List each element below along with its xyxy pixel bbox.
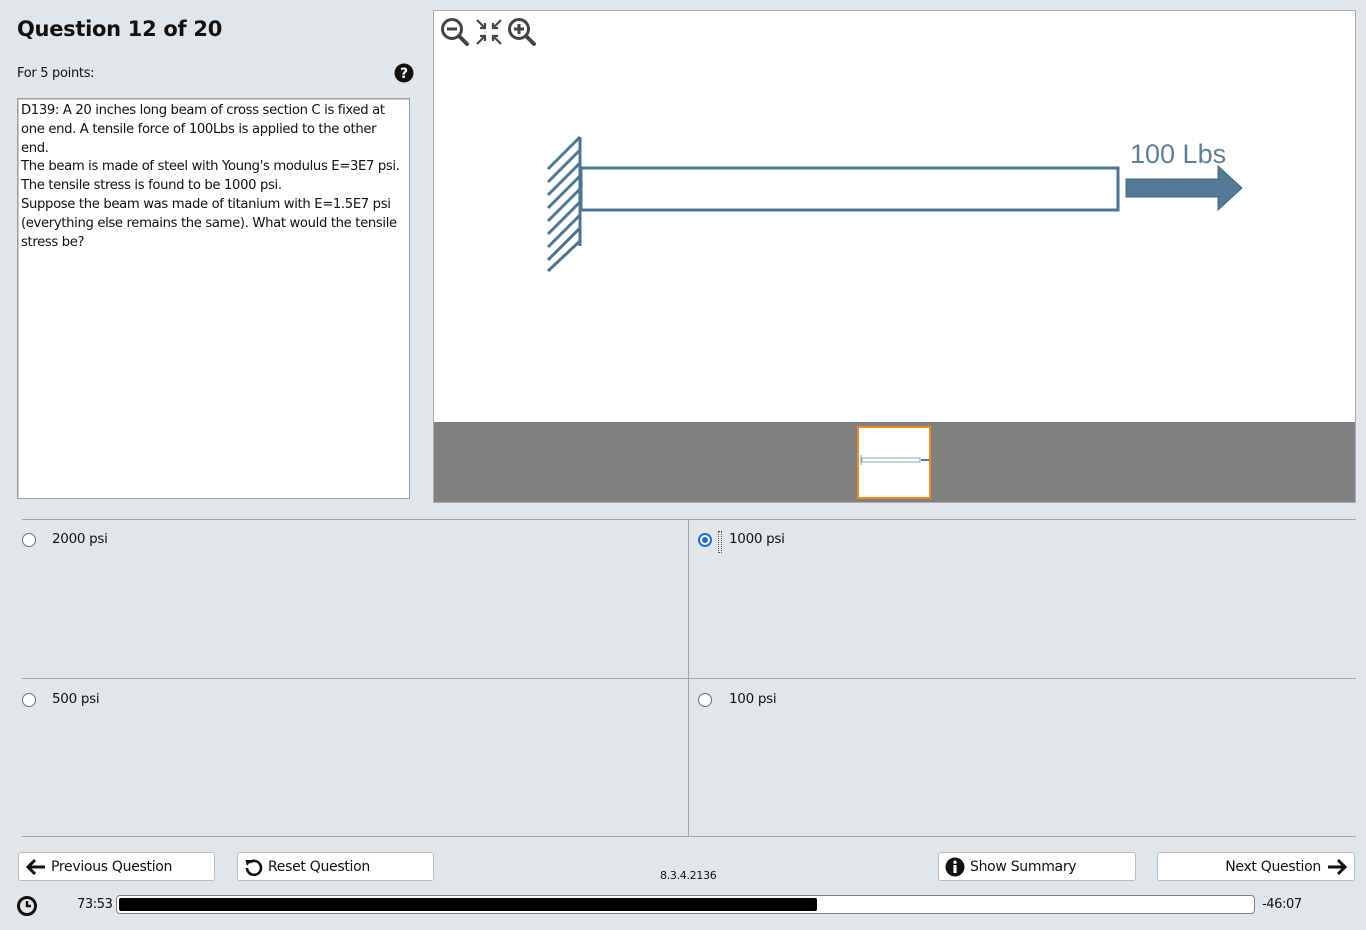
time-progress-bar (116, 895, 1255, 914)
answer-radio-1[interactable] (22, 533, 36, 547)
arrow-left-icon (25, 858, 45, 875)
answer-radio-4[interactable] (698, 693, 712, 707)
force-label: 100 Lbs (1130, 139, 1226, 169)
elapsed-time: 73:53 (77, 897, 113, 912)
answers-top-divider (22, 519, 1356, 520)
focus-indicator (718, 531, 722, 553)
next-question-label: Next Question (1225, 858, 1321, 875)
answer-radio-2[interactable] (698, 533, 712, 547)
next-question-button[interactable]: Next Question (1157, 852, 1355, 881)
question-title: Question 12 of 20 (17, 17, 223, 41)
time-progress-fill (119, 898, 817, 911)
clock-icon (17, 896, 37, 916)
points-label: For 5 points: (17, 66, 95, 81)
previous-question-label: Previous Question (51, 858, 173, 875)
answer-radio-3[interactable] (22, 693, 36, 707)
show-summary-button[interactable]: Show Summary (938, 852, 1136, 881)
wall-hatching (546, 135, 582, 273)
answers-bottom-divider (22, 836, 1356, 837)
show-summary-label: Show Summary (970, 858, 1077, 875)
arrow-right-icon (1328, 858, 1348, 875)
previous-question-button[interactable]: Previous Question (18, 852, 215, 881)
reset-question-button[interactable]: Reset Question (237, 852, 434, 881)
version-label: 8.3.4.2136 (660, 869, 717, 882)
answer-option-3[interactable]: 500 psi (52, 691, 100, 707)
answers-middle-divider (22, 678, 1356, 679)
answer-option-1[interactable]: 2000 psi (52, 531, 108, 547)
answer-option-2[interactable]: 1000 psi (729, 531, 785, 547)
beam (579, 166, 1120, 212)
thumbnail-preview (860, 455, 929, 465)
remaining-time: -46:07 (1262, 897, 1302, 912)
question-text-box: D139: A 20 inches long beam of cross sec… (17, 98, 410, 499)
question-circle-icon[interactable]: ? (394, 63, 414, 83)
figure-thumbnail[interactable] (857, 426, 931, 499)
svg-text:?: ? (400, 66, 408, 82)
beam-diagram: 100 Lbs (546, 135, 1243, 273)
force-arrow (1125, 164, 1243, 212)
reset-question-label: Reset Question (268, 858, 370, 875)
undo-icon (245, 859, 263, 876)
info-icon (945, 857, 965, 876)
answers-column-divider (688, 520, 689, 836)
answer-option-4[interactable]: 100 psi (729, 691, 777, 707)
